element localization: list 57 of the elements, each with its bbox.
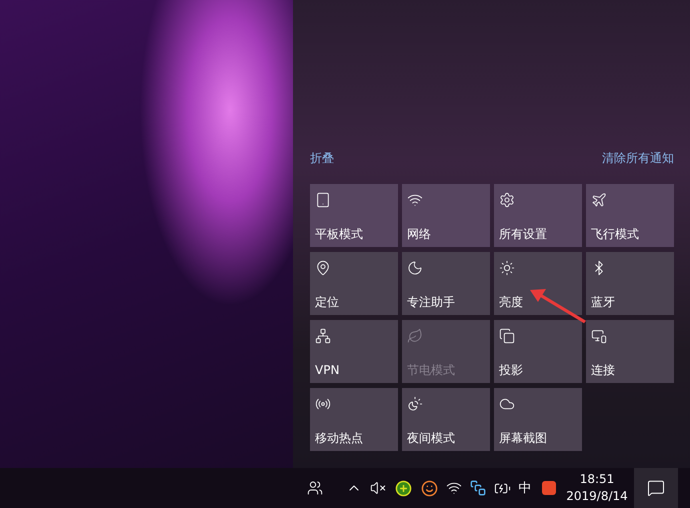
- quick-action-tile[interactable]: VPN: [310, 320, 398, 383]
- time-text: 18:51: [580, 471, 614, 488]
- quick-action-tile[interactable]: 网络: [402, 184, 490, 247]
- tile-label: 夜间模式: [407, 431, 456, 445]
- tile-label: 移动热点: [315, 431, 364, 445]
- tile-label: VPN: [315, 363, 340, 377]
- cloud-icon: [499, 396, 515, 412]
- tile-label: 专注助手: [407, 295, 456, 309]
- radio-icon: [315, 396, 331, 412]
- tablet-icon: [315, 192, 331, 208]
- quick-action-tile[interactable]: 飞行模式: [586, 184, 674, 247]
- settings-icon: [499, 192, 515, 208]
- tile-label: 蓝牙: [591, 295, 616, 309]
- tile-label: 所有设置: [499, 227, 548, 241]
- network-icon: [315, 328, 331, 344]
- tile-label: 飞行模式: [591, 227, 640, 241]
- tile-label: 连接: [591, 363, 616, 377]
- tile-label: 网络: [407, 227, 432, 241]
- quick-action-tile[interactable]: 移动热点: [310, 388, 398, 451]
- tile-label: 屏幕截图: [499, 431, 548, 445]
- clear-notifications-link[interactable]: 清除所有通知: [602, 150, 674, 166]
- tile-label: 平板模式: [315, 227, 364, 241]
- leaf-icon: [407, 328, 423, 344]
- quick-action-tile[interactable]: 蓝牙: [586, 252, 674, 315]
- moon-icon: [407, 260, 423, 276]
- message-icon: [647, 479, 665, 497]
- clock[interactable]: 18:51 2019/8/14: [562, 468, 632, 508]
- notification-button[interactable]: [634, 468, 678, 508]
- collapse-link[interactable]: 折叠: [310, 150, 334, 166]
- tile-label: 节电模式: [407, 363, 456, 377]
- people-icon[interactable]: [307, 480, 323, 496]
- airplane-icon: [591, 192, 607, 208]
- quick-action-tile[interactable]: 亮度: [494, 252, 582, 315]
- mute-icon[interactable]: [370, 480, 386, 496]
- tile-label: 定位: [315, 295, 340, 309]
- sun-moon-icon: [407, 396, 423, 412]
- sun-icon: [499, 260, 515, 276]
- quick-action-tile[interactable]: 定位: [310, 252, 398, 315]
- monitor-phone-icon: [591, 328, 607, 344]
- quick-action-tile[interactable]: 投影: [494, 320, 582, 383]
- copy-icon: [499, 328, 515, 344]
- quick-action-tile[interactable]: 专注助手: [402, 252, 490, 315]
- app-tray-icon[interactable]: [541, 480, 557, 496]
- app-icon[interactable]: [470, 480, 486, 496]
- quick-action-tile[interactable]: 夜间模式: [402, 388, 490, 451]
- tile-label: 投影: [499, 363, 524, 377]
- tile-label: 亮度: [499, 295, 524, 309]
- quick-action-tile[interactable]: 所有设置: [494, 184, 582, 247]
- map-pin-icon: [315, 260, 331, 276]
- quick-action-tile[interactable]: 连接: [586, 320, 674, 383]
- quick-action-tile[interactable]: 屏幕截图: [494, 388, 582, 451]
- input-method-indicator[interactable]: 中: [518, 479, 532, 497]
- smiley-icon[interactable]: [420, 480, 438, 496]
- plus-circle-icon[interactable]: [394, 480, 412, 496]
- date-text: 2019/8/14: [566, 488, 628, 505]
- annotation-arrow: [530, 289, 586, 324]
- quick-action-tile[interactable]: 平板模式: [310, 184, 398, 247]
